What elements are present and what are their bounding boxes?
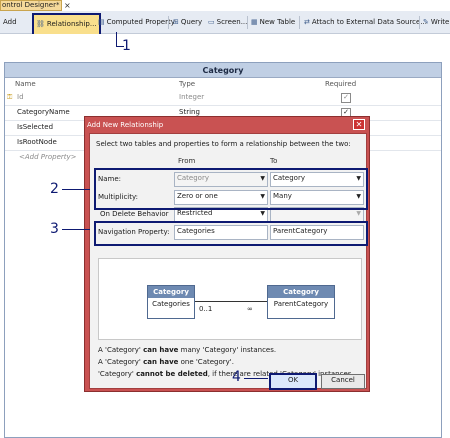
cancel-button[interactable]: Cancel [321, 374, 365, 389]
from-header: From [178, 157, 196, 165]
query-button[interactable]: ⊞ Query [171, 15, 204, 30]
message-text: many 'Category' instances. [180, 346, 277, 354]
highlight-navigation-property [94, 221, 368, 246]
diagram-left-multiplicity: 0..1 [199, 305, 213, 313]
computed-property-icon: ▤ [98, 18, 105, 26]
message-text: one 'Category'. [180, 358, 234, 366]
message-emphasis: can have [143, 346, 179, 354]
relationship-label: Relationship... [46, 20, 97, 28]
toolbar: Add ⛓ Relationship... ▤ Computed Property … [0, 11, 450, 36]
diagram-right-property: ParentCategory [273, 300, 329, 308]
add-relationship-dialog: Add New Relationship ✕ Select two tables… [84, 116, 370, 392]
diagram-left-entity: Category Categories [147, 285, 195, 319]
dialog-close-icon[interactable]: ✕ [353, 119, 365, 130]
computed-property-button[interactable]: ▤ Computed Property [96, 15, 177, 30]
message-text: A 'Category' [98, 358, 141, 366]
new-table-icon: ▦ [251, 18, 258, 26]
screen-icon: ▭ [208, 18, 215, 26]
property-name: IsRootNode [17, 138, 57, 146]
query-icon: ⊞ [173, 18, 179, 26]
relationship-icon: ⛓ [36, 20, 45, 28]
diagram-right-multiplicity: ∞ [247, 305, 253, 313]
add-button[interactable]: Add [1, 15, 19, 30]
entity-title: Category [5, 63, 441, 78]
message-text: A 'Category' [98, 346, 141, 354]
screen-button[interactable]: ▭ Screen... [206, 15, 249, 30]
message-emphasis: can have [143, 358, 179, 366]
property-type: String [179, 108, 200, 116]
attach-icon: ⇄ [304, 18, 310, 26]
toolbar-separator [299, 16, 300, 29]
relationship-message-1: A 'Category' can have many 'Category' in… [98, 346, 276, 354]
column-header-name: Name [15, 80, 36, 88]
attach-external-button[interactable]: ⇄ Attach to External Data Source... [302, 15, 429, 30]
callout-4-line [244, 378, 268, 379]
property-name: CategoryName [17, 108, 70, 116]
callout-4-number: 4 [232, 369, 241, 385]
required-checkbox[interactable]: ✓ [341, 93, 351, 103]
diagram-left-property: Categories [152, 300, 190, 308]
diagram-right-entity: Category ParentCategory [267, 285, 335, 319]
on-delete-from-value: Restricted [177, 209, 213, 217]
toolbar-separator [168, 16, 169, 29]
computed-property-label: Computed Property [106, 18, 175, 26]
designer-tab[interactable]: ontrol Designer* [0, 0, 62, 11]
property-name: IsSelected [17, 123, 54, 131]
column-header-required: Required [325, 80, 357, 88]
column-header-type: Type [179, 80, 196, 88]
key-icon: ⚿ [7, 93, 13, 101]
dialog-body: Select two tables and properties to form… [89, 133, 368, 389]
table-row[interactable]: ⚿ Id Integer ✓ [5, 91, 441, 106]
on-delete-label: On Delete Behavior [100, 210, 169, 218]
diagram-left-title: Category [148, 286, 194, 298]
to-header: To [270, 157, 278, 165]
toolbar-separator [247, 16, 248, 29]
toolbar-separator [419, 16, 420, 29]
new-table-label: New Table [259, 18, 296, 26]
dialog-instruction: Select two tables and properties to form… [96, 140, 351, 148]
diagram-right-title: Category [268, 286, 334, 298]
callout-2-line [62, 189, 90, 190]
property-name: Id [17, 93, 24, 101]
property-type: Integer [179, 93, 205, 101]
write-icon: ✎ [423, 18, 429, 26]
message-emphasis: cannot be deleted [136, 370, 208, 378]
attach-label: Attach to External Data Source... [311, 18, 428, 26]
add-property-link[interactable]: <Add Property> [19, 153, 77, 161]
relationship-message-2: A 'Category' can have one 'Category'. [98, 358, 234, 366]
callout-2-number: 2 [50, 181, 59, 197]
dialog-title: Add New Relationship [87, 121, 164, 129]
relationship-line [195, 301, 267, 302]
write-label: Write [430, 18, 450, 26]
close-tab-icon[interactable]: × [64, 1, 74, 11]
callout-1-line [116, 32, 117, 46]
callout-3-line [62, 229, 90, 230]
screen-label: Screen... [216, 18, 248, 26]
callout-3-number: 3 [50, 221, 59, 237]
new-table-button[interactable]: ▦ New Table [249, 15, 297, 30]
relationship-diagram: Category Categories 0..1 ∞ Category Pare… [98, 258, 362, 340]
write-button[interactable]: ✎ Write [421, 15, 450, 30]
relationship-button[interactable]: ⛓ Relationship... [32, 13, 101, 36]
callout-1-number: 1 [122, 38, 131, 54]
message-text: 'Category' [98, 370, 134, 378]
query-label: Query [180, 18, 203, 26]
highlight-name-multiplicity [94, 168, 368, 210]
add-label: Add [3, 18, 17, 26]
ok-button[interactable]: OK [269, 373, 317, 390]
